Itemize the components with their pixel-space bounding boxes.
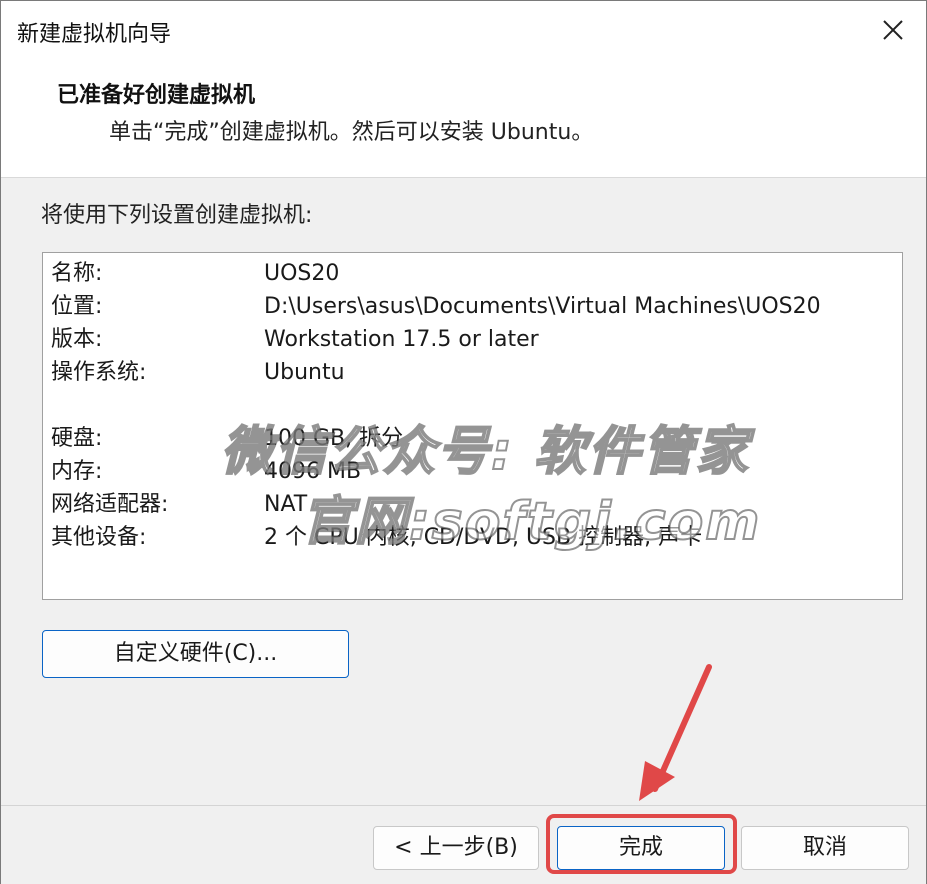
setting-key: 版本: xyxy=(51,327,103,352)
header-subtitle: 单击“完成”创建虚拟机。然后可以安装 Ubuntu。 xyxy=(109,120,594,145)
setting-row-os: 操作系统: Ubuntu xyxy=(51,356,891,389)
setting-key: 内存: xyxy=(51,459,103,484)
back-button[interactable]: < 上一步(B) xyxy=(373,826,539,870)
header-title: 已准备好创建虚拟机 xyxy=(57,83,256,108)
customize-hardware-button[interactable]: 自定义硬件(C)... xyxy=(42,630,349,678)
setting-row-version: 版本: Workstation 17.5 or later xyxy=(51,323,891,356)
setting-key: 操作系统: xyxy=(51,360,147,385)
setting-key: 硬盘: xyxy=(51,426,103,451)
setting-key: 位置: xyxy=(51,294,103,319)
setting-key: 网络适配器: xyxy=(51,492,169,517)
watermark-line-1: 微信公众号: 软件管家 xyxy=(220,421,750,483)
close-button[interactable] xyxy=(860,1,926,59)
settings-intro-label: 将使用下列设置创建虚拟机: xyxy=(41,203,313,228)
title-bar: 新建虚拟机向导 xyxy=(1,1,926,59)
setting-key: 名称: xyxy=(51,261,103,286)
setting-value: UOS20 xyxy=(264,261,340,286)
setting-value: Ubuntu xyxy=(264,360,345,385)
annotation-highlight xyxy=(546,814,737,874)
wizard-footer: < 上一步(B) 完成 取消 xyxy=(1,805,926,884)
setting-value: Workstation 17.5 or later xyxy=(264,327,539,352)
cancel-button[interactable]: 取消 xyxy=(741,826,909,870)
setting-row-location: 位置: D:\Users\asus\Documents\Virtual Mach… xyxy=(51,290,891,323)
arrow-icon xyxy=(639,664,712,801)
window-title: 新建虚拟机向导 xyxy=(17,22,172,47)
setting-key: 其他设备: xyxy=(51,525,147,550)
setting-row-name: 名称: UOS20 xyxy=(51,257,891,290)
watermark-line-2: 官网:softgj.com xyxy=(300,491,762,553)
wizard-header: 已准备好创建虚拟机 单击“完成”创建虚拟机。然后可以安装 Ubuntu。 xyxy=(1,59,926,178)
close-icon xyxy=(883,20,903,40)
new-vm-wizard-window: 新建虚拟机向导 已准备好创建虚拟机 单击“完成”创建虚拟机。然后可以安装 Ubu… xyxy=(0,0,927,884)
setting-value: D:\Users\asus\Documents\Virtual Machines… xyxy=(264,294,821,319)
